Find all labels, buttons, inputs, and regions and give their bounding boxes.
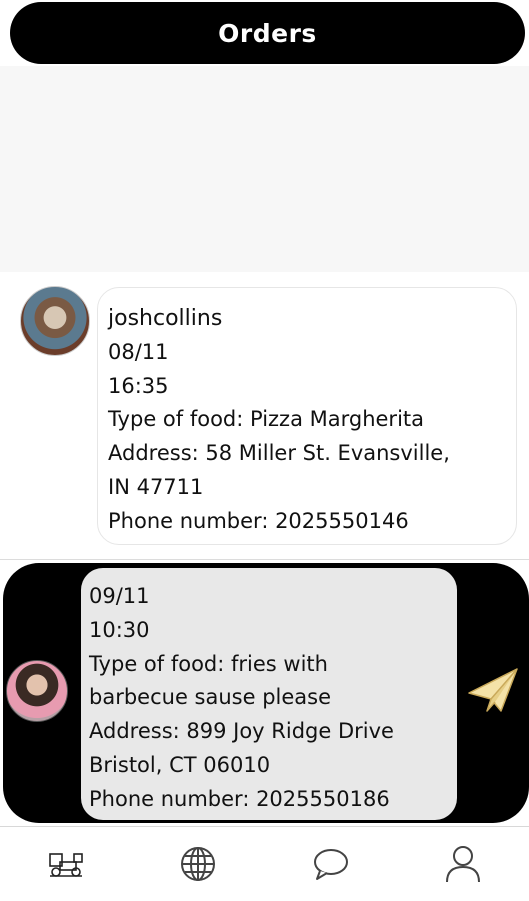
order-phone: Phone number: 2025550146	[108, 508, 409, 533]
nav-profile[interactable]	[433, 834, 493, 894]
order-food: Type of food: Pizza Margherita	[108, 407, 425, 432]
order-food-line1: Type of food: fries with	[89, 651, 328, 676]
order-phone: Phone number: 2025550186	[89, 786, 390, 811]
paper-plane-icon	[468, 668, 518, 712]
globe-icon	[181, 847, 216, 881]
send-button[interactable]	[466, 665, 520, 717]
empty-area	[0, 66, 529, 272]
order-food-line2: barbecue sause please	[89, 685, 332, 710]
order-time: 10:30	[89, 617, 150, 642]
order-username: joshcollins	[108, 306, 223, 331]
order-date: 09/11	[89, 584, 150, 608]
divider	[0, 559, 529, 560]
order-address-line1: Address: 899 Joy Ridge Drive	[89, 719, 394, 744]
avatar[interactable]	[20, 286, 90, 356]
chat-bubble-icon	[313, 849, 348, 880]
order-address-line1: Address: 58 Miller St. Evansville,	[108, 441, 450, 466]
bottom-nav	[0, 826, 529, 901]
user-icon	[445, 846, 480, 883]
order-card[interactable]: joshcollins 08/11 16:35 Type of food: Pi…	[97, 287, 517, 545]
app-header: Orders	[10, 2, 525, 64]
order-address-line2: IN 47711	[108, 474, 204, 499]
avatar[interactable]	[6, 660, 68, 722]
delivery-icon	[49, 853, 83, 877]
order-card[interactable]: 09/11 10:30 Type of food: fries with bar…	[81, 568, 457, 820]
nav-orders[interactable]	[36, 834, 96, 894]
nav-chat[interactable]	[301, 834, 361, 894]
nav-globe[interactable]	[168, 834, 228, 894]
order-time: 16:35	[108, 373, 169, 398]
page-title: Orders	[218, 18, 317, 48]
order-date: 08/11	[108, 339, 169, 364]
order-address-line2: Bristol, CT 06010	[89, 752, 271, 777]
